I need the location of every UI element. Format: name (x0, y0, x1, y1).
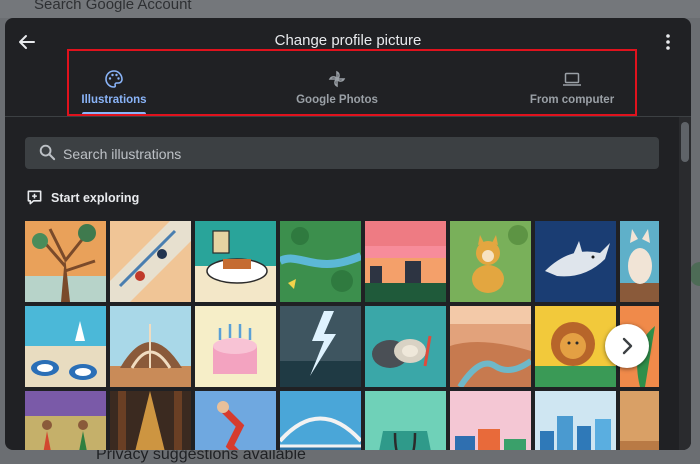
illustration-town[interactable] (450, 391, 531, 450)
monument-illustration (110, 306, 191, 387)
forest-illustration (110, 391, 191, 450)
town-illustration (450, 391, 531, 450)
tab-from-computer-label: From computer (529, 94, 615, 106)
scrollbar-thumb[interactable] (681, 122, 689, 162)
bridge-illustration (280, 391, 361, 450)
illustration-shark[interactable] (535, 221, 616, 302)
illustration-skater[interactable] (195, 391, 276, 450)
desert-illustration (620, 391, 659, 450)
illustration-monument[interactable] (110, 306, 191, 387)
search-input[interactable] (61, 137, 645, 171)
tab-google-photos[interactable]: Google Photos (291, 64, 383, 116)
illustration-bridge[interactable] (280, 391, 361, 450)
beach-illustration (25, 306, 106, 387)
canyon-illustration (450, 306, 531, 387)
illustration-tree[interactable] (25, 221, 106, 302)
illustration-oysters[interactable] (365, 306, 446, 387)
cake-illustration (195, 306, 276, 387)
section-heading: Start exploring (51, 191, 140, 205)
shuffleboard-illustration (110, 221, 191, 302)
more-vert-icon[interactable] (663, 32, 673, 52)
change-profile-picture-dialog: Change profile picture Illustrations Goo… (5, 18, 691, 450)
tab-from-computer[interactable]: From computer (523, 64, 621, 116)
background-side-element (690, 262, 700, 286)
illustration-green-landscape[interactable] (280, 221, 361, 302)
illustration-lion[interactable] (535, 306, 616, 387)
illustration-dancers[interactable] (25, 391, 106, 450)
tabs-divider (5, 116, 691, 117)
palette-icon (105, 70, 123, 88)
tree-illustration (25, 221, 106, 302)
illustration-sunset-city[interactable] (365, 221, 446, 302)
illustration-dog[interactable] (450, 221, 531, 302)
next-page-button[interactable] (605, 324, 649, 368)
lightning-illustration (280, 306, 361, 387)
lion-illustration (535, 306, 616, 387)
source-tabs: Illustrations Google Photos From compute… (5, 64, 691, 116)
background-search-bar: Search Google Account (0, 0, 700, 18)
active-tab-indicator (82, 112, 146, 115)
dialog-title: Change profile picture (274, 32, 422, 49)
illustration-beach[interactable] (25, 306, 106, 387)
illustration-food-plate[interactable] (195, 221, 276, 302)
illustration-desert[interactable] (620, 391, 659, 450)
illustration-skyline[interactable] (535, 391, 616, 450)
scrollbar-track[interactable] (679, 117, 691, 450)
sunset-city-illustration (365, 221, 446, 302)
illustration-cat[interactable] (620, 221, 659, 302)
illustration-lightning[interactable] (280, 306, 361, 387)
illustration-forest-light[interactable] (110, 391, 191, 450)
shark-illustration (535, 221, 616, 302)
oysters-illustration (365, 306, 446, 387)
illustration-doctor[interactable] (365, 391, 446, 450)
explore-icon (27, 190, 42, 205)
food-plate-illustration (195, 221, 276, 302)
dancers-illustration (25, 391, 106, 450)
search-icon (39, 144, 56, 161)
cat-illustration (620, 221, 659, 302)
background-search-placeholder: Search Google Account (34, 0, 192, 13)
illustration-shuffleboard[interactable] (110, 221, 191, 302)
chevron-right-icon (622, 337, 633, 355)
dog-illustration (450, 221, 531, 302)
illustration-canyon[interactable] (450, 306, 531, 387)
illustration-cake[interactable] (195, 306, 276, 387)
skater-illustration (195, 391, 276, 450)
tab-illustrations[interactable]: Illustrations (77, 64, 151, 116)
tab-google-photos-label: Google Photos (296, 94, 378, 106)
tab-illustrations-label: Illustrations (81, 94, 147, 106)
laptop-icon (563, 72, 581, 86)
pinwheel-icon (328, 70, 346, 88)
illustrations-grid (25, 221, 659, 450)
landscape-illustration (280, 221, 361, 302)
doctor-illustration (365, 391, 446, 450)
skyline-illustration (535, 391, 616, 450)
